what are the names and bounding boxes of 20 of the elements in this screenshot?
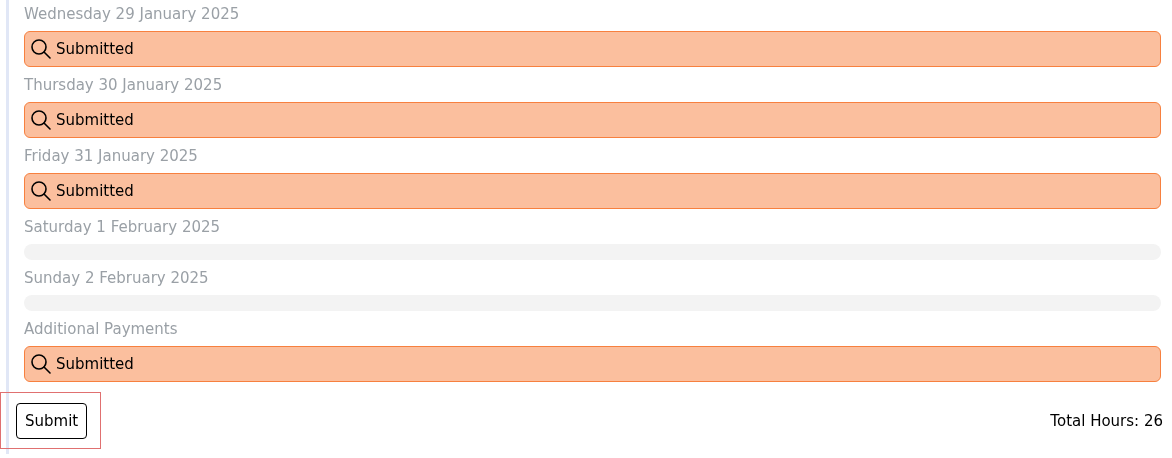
status-text: Submitted [56, 111, 134, 129]
day-label: Additional Payments [24, 319, 179, 339]
search-icon [30, 353, 52, 375]
day-label: Saturday 1 February 2025 [24, 217, 222, 237]
search-icon [30, 180, 52, 202]
status-bar[interactable]: Submitted [24, 173, 1161, 209]
day-label: Sunday 2 February 2025 [24, 268, 210, 288]
status-bar[interactable]: Submitted [24, 346, 1161, 382]
status-bar[interactable]: Submitted [24, 102, 1161, 138]
status-bar[interactable]: Submitted [24, 31, 1161, 67]
day-label: Thursday 30 January 2025 [24, 75, 224, 95]
total-hours: Total Hours: 26 [1050, 411, 1163, 430]
search-icon [30, 109, 52, 131]
status-text: Submitted [56, 355, 134, 373]
search-icon [30, 38, 52, 60]
status-text: Submitted [56, 40, 134, 58]
status-text: Submitted [56, 182, 134, 200]
day-label: Wednesday 29 January 2025 [24, 4, 241, 24]
day-label: Friday 31 January 2025 [24, 146, 199, 166]
submit-button[interactable]: Submit [16, 403, 88, 439]
